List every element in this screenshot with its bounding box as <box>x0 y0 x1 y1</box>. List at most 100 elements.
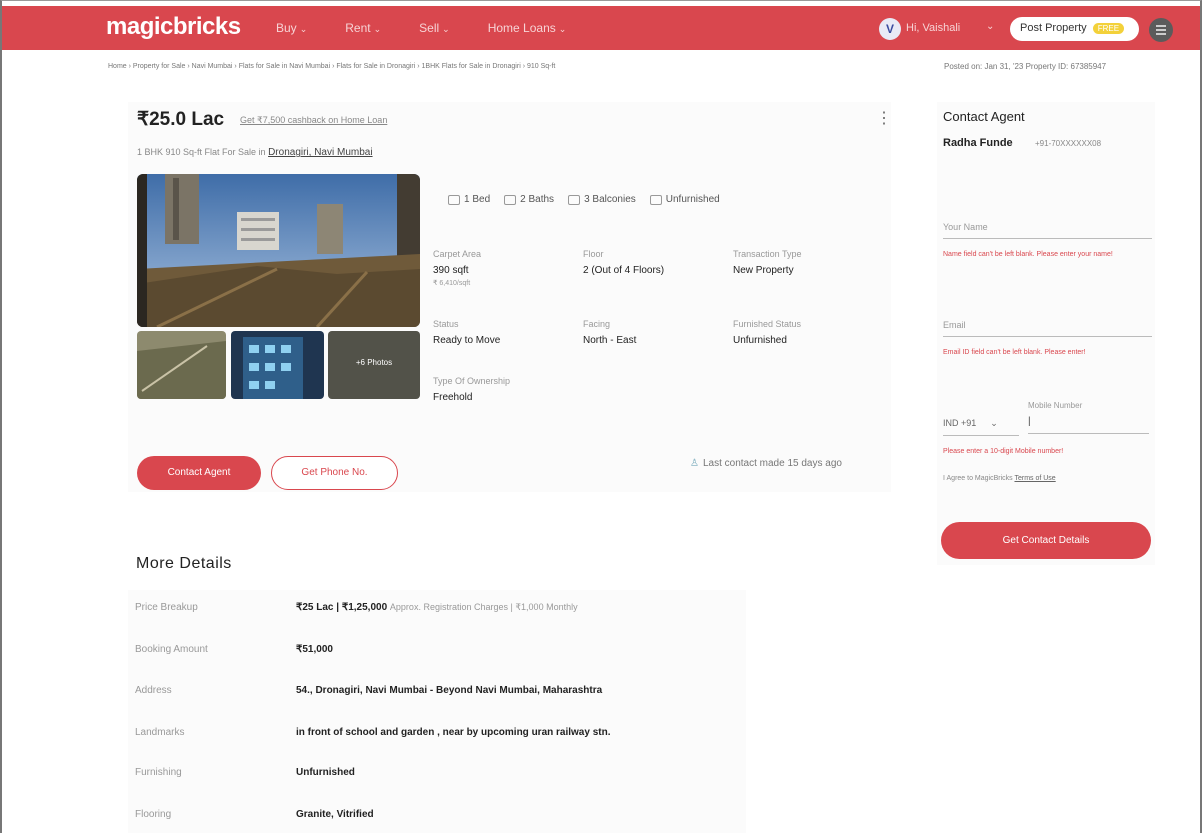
detail-value: ₹51,000 <box>296 644 333 655</box>
agent-phone: +91-70XXXXXX08 <box>1035 139 1102 148</box>
construction-site-image <box>137 174 420 327</box>
contact-agent-button[interactable]: Contact Agent <box>137 456 261 490</box>
spec-carpet-area: Carpet Area 390 sqft ₹ 6,410/sqft <box>433 249 481 287</box>
detail-row-booking-amount: Booking Amount ₹51,000 <box>135 644 333 655</box>
breadcrumb[interactable]: Home › Property for Sale › Navi Mumbai ›… <box>108 63 555 70</box>
spec-label: Carpet Area <box>433 249 482 259</box>
user-avatar[interactable]: V <box>879 18 901 40</box>
spec-value: Freehold <box>433 392 473 403</box>
detail-label: Booking Amount <box>135 644 208 655</box>
country-code-select[interactable]: IND +91 ⌄ <box>943 418 1019 436</box>
building-thumbnail-image <box>231 331 324 399</box>
country-code-value: IND +91 <box>943 418 977 428</box>
spec-value: New Property <box>733 265 794 276</box>
magicbricks-logo[interactable]: magicbricks <box>106 13 241 41</box>
detail-row-address: Address 54., Dronagiri, Navi Mumbai - Bey… <box>135 685 602 696</box>
hamburger-line <box>1156 33 1166 35</box>
top-navigation-bar: magicbricks Buy ⌄ Rent ⌄ Sell ⌄ Home Loans ⌄… <box>2 6 1200 50</box>
amenity-balcony: 3 Balconies <box>568 194 636 205</box>
nav-item-sell[interactable]: Sell ⌄ <box>419 21 450 35</box>
spec-label: Type Of Ownership <box>433 376 511 386</box>
get-contact-details-button[interactable]: Get Contact Details <box>941 522 1151 559</box>
detail-row-furnishing: Furnishing Unfurnished <box>135 767 355 778</box>
nav-item-sell-label: Sell <box>419 21 440 35</box>
post-property-label: Post Property <box>1020 22 1087 34</box>
agent-name: Radha Funde <box>943 137 1013 149</box>
spec-furnished-status: Furnished Status Unfurnished <box>733 319 801 346</box>
chevron-down-icon[interactable]: ⌄ <box>986 21 994 32</box>
spec-label: Status <box>433 319 459 329</box>
person-icon: ♙ <box>690 458 699 469</box>
detail-value: ₹25 Lac | ₹1,25,000 <box>296 602 388 613</box>
get-phone-button[interactable]: Get Phone No. <box>271 456 398 490</box>
spec-floor: Floor 2 (Out of 4 Floors) <box>583 249 664 276</box>
mobile-number-field[interactable]: | <box>1028 416 1149 434</box>
amenity-furnishing: Unfurnished <box>649 194 720 205</box>
more-photos-thumbnail[interactable]: +6 Photos <box>328 331 420 399</box>
balcony-icon <box>568 194 581 205</box>
detail-label: Price Breakup <box>135 602 198 613</box>
spec-label: Facing <box>583 319 611 329</box>
posted-info: Posted on: Jan 31, '23 Property ID: 6738… <box>944 62 1107 71</box>
detail-value: Unfurnished <box>296 767 355 778</box>
user-greeting[interactable]: Hi, Vaishali <box>906 22 960 34</box>
property-thumbnail[interactable] <box>231 331 324 399</box>
detail-label: Landmarks <box>135 727 185 738</box>
spec-label: Furnished Status <box>733 319 802 329</box>
property-thumbnail[interactable] <box>137 331 226 399</box>
detail-label: Address <box>135 685 172 696</box>
more-details-title: More Details <box>136 555 232 572</box>
amenity-label: 3 Balconies <box>584 194 636 205</box>
amenity-label: Unfurnished <box>665 194 720 205</box>
amenity-label: 1 Bed <box>464 194 491 205</box>
mobile-error: Please enter a 10-digit Mobile number! <box>943 448 1064 455</box>
location-link[interactable]: Dronagiri, Navi Mumbai <box>268 147 372 158</box>
spec-label: Transaction Type <box>733 249 802 259</box>
spec-sub-value: ₹ 6,410/sqft <box>433 280 471 287</box>
main-property-photo[interactable] <box>137 174 420 327</box>
spec-value: Unfurnished <box>733 335 787 346</box>
last-contact-info: ♙ Last contact made 15 days ago <box>690 458 842 469</box>
detail-row-flooring: Flooring Granite, Vitrified <box>135 809 374 820</box>
listing-subtitle: 1 BHK 910 Sq-ft Flat For Sale in Dronagi… <box>137 147 373 158</box>
hamburger-menu-icon[interactable] <box>1149 18 1173 42</box>
spec-value: North - East <box>583 335 637 346</box>
post-property-button[interactable]: Post Property FREE <box>1010 17 1139 41</box>
amenity-label: 2 Baths <box>520 194 555 205</box>
nav-item-home-loans[interactable]: Home Loans ⌄ <box>488 21 567 35</box>
spec-transaction-type: Transaction Type New Property <box>733 249 802 276</box>
chevron-down-icon: ⌄ <box>442 24 450 34</box>
detail-extra: Approx. Registration Charges | ₹1,000 Mo… <box>389 602 578 612</box>
name-field[interactable]: Your Name <box>943 222 1152 239</box>
main-menu: Buy ⌄ Rent ⌄ Sell ⌄ Home Loans ⌄ <box>276 21 604 35</box>
cashback-link[interactable]: Get ₹7,500 cashback on Home Loan <box>240 115 387 126</box>
nav-item-buy-label: Buy <box>276 21 297 35</box>
more-photos-label: +6 Photos <box>355 358 393 367</box>
chevron-down-icon: ⌄ <box>990 418 998 428</box>
bath-icon <box>504 194 517 205</box>
amenity-bath: 2 Baths <box>504 194 554 205</box>
more-details-table <box>128 590 746 833</box>
listing-subtitle-text: 1 BHK 910 Sq-ft Flat For Sale in <box>137 147 266 157</box>
detail-row-price-breakup: Price Breakup ₹25 Lac | ₹1,25,000 Approx.… <box>135 602 578 613</box>
furniture-icon <box>649 194 662 205</box>
nav-item-rent[interactable]: Rent ⌄ <box>345 21 381 35</box>
detail-value: 54., Dronagiri, Navi Mumbai - Beyond Nav… <box>296 685 603 696</box>
chevron-down-icon: ⌄ <box>558 24 567 34</box>
listing-price: ₹25.0 Lac <box>137 109 225 130</box>
more-options-icon[interactable]: ⋮ <box>876 108 892 128</box>
name-error: Name field can't be left blank. Please e… <box>943 251 1113 258</box>
spec-status: Status Ready to Move <box>433 319 500 346</box>
email-field[interactable]: Email <box>943 320 1152 337</box>
free-badge: FREE <box>1092 23 1125 34</box>
chevron-down-icon: ⌄ <box>373 24 382 34</box>
last-contact-text: Last contact made 15 days ago <box>702 458 842 469</box>
terms-link[interactable]: Terms of Use <box>1014 475 1055 482</box>
detail-value: Granite, Vitrified <box>296 809 374 820</box>
nav-item-buy[interactable]: Buy ⌄ <box>276 21 307 35</box>
amenity-bed: 1 Bed <box>448 194 490 205</box>
terms-text: I Agree to MagicBricks <box>943 475 1013 482</box>
bed-icon <box>448 194 460 205</box>
site-thumbnail-image <box>137 331 226 399</box>
spec-value: Ready to Move <box>433 335 501 346</box>
